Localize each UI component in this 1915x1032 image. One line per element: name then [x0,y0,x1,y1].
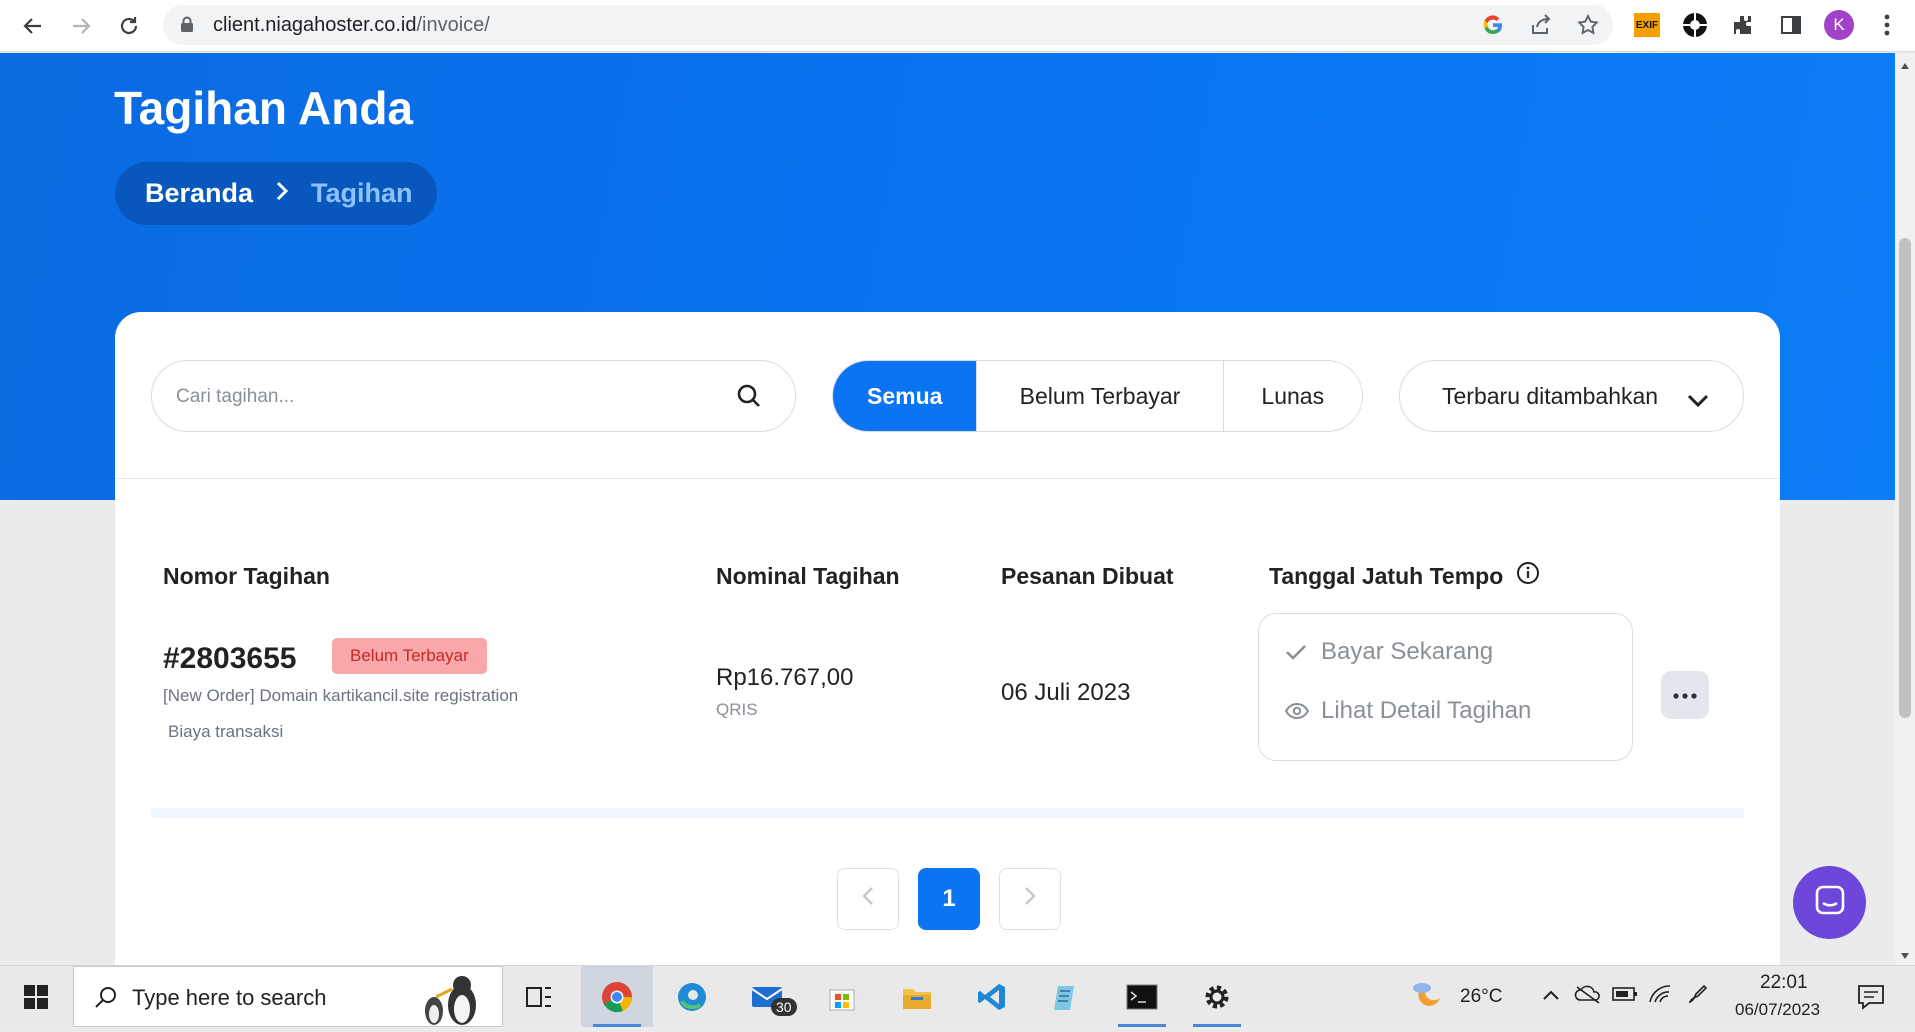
filter-paid[interactable]: Lunas [1224,361,1362,431]
invoice-actions-panel: Bayar Sekarang Lihat Detail Tagihan [1258,613,1633,761]
invoice-card: Semua Belum Terbayar Lunas Terbaru ditam… [115,312,1780,965]
taskbar-search-placeholder: Type here to search [132,985,327,1010]
penguin-illustration-icon [404,971,500,1032]
sort-dropdown[interactable]: Terbaru ditambahkan [1399,360,1744,432]
page-viewport: Tagihan Anda Beranda Tagihan Semua Belum… [0,53,1895,965]
invoice-amount: Rp16.767,00 [716,664,854,691]
status-badge: Belum Terbayar [332,638,487,674]
info-icon[interactable] [1516,561,1540,591]
terminal-taskbar-icon[interactable] [1106,966,1178,1027]
search-icon[interactable] [736,383,762,414]
invoice-number: #2803655 [163,642,297,675]
windows-start-icon[interactable] [0,966,72,1027]
header-created: Pesanan Dibuat [1001,563,1174,589]
page-scrollbar[interactable] [1895,53,1915,965]
browser-toolbar: client.niagahoster.co.id/invoice/ EXIF K [0,0,1915,52]
prev-page-button[interactable] [837,868,899,930]
store-taskbar-icon[interactable] [806,966,878,1027]
header-amount: Nominal Tagihan [716,563,900,589]
invoice-description: [New Order] Domain kartikancil.site regi… [163,686,519,705]
profile-avatar[interactable]: K [1824,10,1854,40]
clock-time[interactable]: 22:01 [1760,972,1808,994]
filter-unpaid[interactable]: Belum Terbayar [977,361,1224,431]
ellipsis-icon [1673,686,1697,704]
mail-taskbar-icon[interactable]: 30 [731,966,803,1027]
chevron-left-icon [862,885,874,913]
status-filter-group: Semua Belum Terbayar Lunas [832,360,1363,432]
more-options-button[interactable] [1661,671,1709,719]
pen-icon[interactable] [1686,982,1710,1011]
page-title: Tagihan Anda [114,82,413,134]
wifi-icon[interactable] [1648,982,1674,1009]
onedrive-icon[interactable] [1574,984,1602,1009]
vscode-taskbar-icon[interactable] [956,966,1028,1027]
chevron-right-icon [275,178,289,209]
breadcrumb-home-link[interactable]: Beranda [145,178,253,209]
chrome-taskbar-icon[interactable] [581,966,653,1027]
view-detail-button[interactable]: Lihat Detail Tagihan [1285,697,1531,725]
forward-icon[interactable] [66,11,96,41]
header-invoice-no: Nomor Tagihan [163,563,330,589]
exif-extension-icon[interactable]: EXIF [1632,10,1662,40]
back-icon[interactable] [18,11,48,41]
notification-icon[interactable] [1857,984,1885,1015]
chat-icon [1814,884,1846,921]
taskbar-search-box[interactable]: Type here to search [73,966,503,1027]
weather-moon-icon[interactable] [1410,980,1446,1017]
aperture-extension-icon[interactable] [1680,10,1710,40]
chevron-right-icon [1024,885,1036,913]
search-icon [94,985,118,1014]
file-explorer-taskbar-icon[interactable] [881,966,953,1027]
bookmark-star-icon[interactable] [1576,13,1600,42]
pay-now-button[interactable]: Bayar Sekarang [1285,638,1493,666]
puzzle-extensions-icon[interactable] [1728,10,1758,40]
invoice-search [151,360,796,432]
order-created-date: 06 Juli 2023 [1001,679,1131,706]
battery-icon[interactable] [1612,986,1638,1007]
header-due-date-label: Tanggal Jatuh Tempo [1269,563,1504,589]
url-text: client.niagahoster.co.id/invoice/ [213,14,490,36]
filter-all[interactable]: Semua [833,361,978,431]
scroll-up-icon[interactable] [1900,57,1910,75]
menu-kebab-icon[interactable] [1872,10,1902,40]
scrollbar-thumb[interactable] [1899,238,1911,718]
next-page-button[interactable] [999,868,1061,930]
invoice-fee-note: Biaya transaksi [168,722,284,741]
google-icon[interactable] [1481,13,1505,42]
chevron-down-icon [1687,387,1709,414]
search-input[interactable] [176,381,716,413]
payment-method: QRIS [716,700,758,719]
breadcrumb: Beranda Tagihan [115,162,437,225]
notepad-taskbar-icon[interactable] [1031,966,1103,1027]
side-panel-icon[interactable] [1776,10,1806,40]
toolbar-divider [115,478,1780,479]
view-detail-label: Lihat Detail Tagihan [1321,697,1532,724]
address-bar[interactable]: client.niagahoster.co.id/invoice/ [163,5,1613,45]
windows-taskbar: Type here to search 30 26°C 22:01 06/07/… [0,965,1915,1027]
breadcrumb-current: Tagihan [311,178,413,208]
edge-taskbar-icon[interactable] [656,966,728,1027]
sort-label: Terbaru ditambahkan [1442,382,1659,409]
weather-temperature[interactable]: 26°C [1460,986,1502,1008]
reload-icon[interactable] [114,11,144,41]
scroll-down-icon[interactable] [1900,947,1910,965]
clock-date[interactable]: 06/07/2023 [1735,1000,1820,1020]
check-icon [1285,643,1311,661]
header-due-date: Tanggal Jatuh Tempo [1269,561,1540,591]
lock-icon [180,16,194,38]
page-number-button[interactable]: 1 [918,868,980,930]
mail-badge: 30 [771,998,797,1016]
eye-icon [1285,702,1311,720]
settings-taskbar-icon[interactable] [1181,966,1253,1027]
chevron-up-icon[interactable] [1542,988,1560,1006]
row-separator [151,808,1744,818]
task-view-icon[interactable] [503,966,575,1027]
live-chat-button[interactable] [1793,866,1866,939]
pay-now-label: Bayar Sekarang [1321,638,1494,665]
share-icon[interactable] [1529,13,1553,42]
